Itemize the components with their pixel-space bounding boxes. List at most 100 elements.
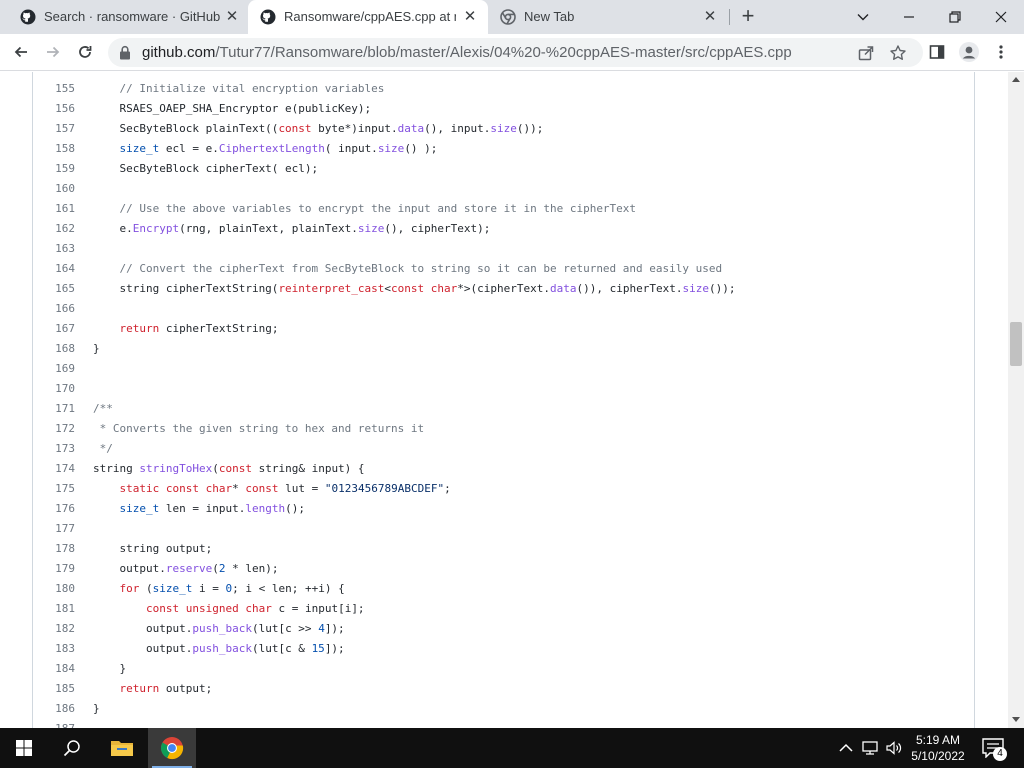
code-line: 169 xyxy=(33,359,973,379)
new-tab-button[interactable]: + xyxy=(736,5,760,29)
line-number[interactable]: 170 xyxy=(33,379,75,399)
code-text: // Use the above variables to encrypt th… xyxy=(93,202,637,215)
code-line: 174 string stringToHex(const string& inpu… xyxy=(33,459,973,479)
volume-icon[interactable] xyxy=(886,740,902,756)
line-number[interactable]: 182 xyxy=(33,619,75,639)
code-text: SecByteBlock cipherText( ecl); xyxy=(93,162,319,175)
url-text[interactable]: github.com/Tutur77/Ransomware/blob/maste… xyxy=(142,44,792,61)
line-number[interactable]: 155 xyxy=(33,79,75,99)
code-text: } xyxy=(93,662,127,675)
menu-kebab-icon[interactable] xyxy=(988,39,1014,65)
code-text: e.Encrypt(rng, plainText, plainText.size… xyxy=(93,222,491,235)
code-text: string cipherTextString(reinterpret_cast… xyxy=(93,282,736,295)
tab-new-tab[interactable]: New Tab ✕ xyxy=(488,0,728,34)
scroll-up-arrow-icon[interactable] xyxy=(1012,77,1020,82)
code-line: 159 SecByteBlock cipherText( ecl); xyxy=(33,159,973,179)
line-number[interactable]: 163 xyxy=(33,239,75,259)
line-number[interactable]: 158 xyxy=(33,139,75,159)
line-number[interactable]: 175 xyxy=(33,479,75,499)
line-number[interactable]: 168 xyxy=(33,339,75,359)
code-line: 183 output.push_back(lut[c & 15]); xyxy=(33,639,973,659)
line-number[interactable]: 173 xyxy=(33,439,75,459)
profile-avatar-icon[interactable] xyxy=(956,39,982,65)
line-number[interactable]: 159 xyxy=(33,159,75,179)
code-line: 175 static const char* const lut = "0123… xyxy=(33,479,973,499)
line-number[interactable]: 172 xyxy=(33,419,75,439)
line-number[interactable]: 184 xyxy=(33,659,75,679)
code-line: 182 output.push_back(lut[c >> 4]); xyxy=(33,619,973,639)
line-number[interactable]: 179 xyxy=(33,559,75,579)
code-line: 157 SecByteBlock plainText((const byte*)… xyxy=(33,119,973,139)
code-line: 172 * Converts the given string to hex a… xyxy=(33,419,973,439)
code-text: size_t ecl = e.CiphertextLength( input.s… xyxy=(119,142,438,155)
line-number[interactable]: 177 xyxy=(33,519,75,539)
file-explorer-icon[interactable] xyxy=(98,728,146,768)
windows-logo-icon xyxy=(16,740,32,756)
line-number[interactable]: 156 xyxy=(33,99,75,119)
line-number[interactable]: 187 xyxy=(33,719,75,728)
line-number[interactable]: 160 xyxy=(33,179,75,199)
restore-icon[interactable] xyxy=(932,0,978,34)
line-number[interactable]: 157 xyxy=(33,119,75,139)
tab-search-chevron-icon[interactable] xyxy=(840,0,886,34)
code-text: const unsigned char c = input[i]; xyxy=(145,602,365,615)
side-panel-icon[interactable] xyxy=(924,39,950,65)
close-icon[interactable]: ✕ xyxy=(702,9,718,25)
forward-arrow-icon[interactable] xyxy=(40,39,66,65)
windows-taskbar: 5:19 AM 5/10/2022 4 xyxy=(0,728,1024,768)
minimize-icon[interactable] xyxy=(886,0,932,34)
search-icon[interactable] xyxy=(48,728,96,768)
chrome-taskbar-icon[interactable] xyxy=(148,728,196,768)
line-number[interactable]: 181 xyxy=(33,599,75,619)
tab-search-ransomware[interactable]: Search · ransomware · GitHub ✕ xyxy=(8,0,248,34)
close-icon[interactable]: ✕ xyxy=(224,9,240,25)
clock-time: 5:19 AM xyxy=(915,733,961,747)
code-viewer: 155 // Initialize vital encryption varia… xyxy=(32,72,975,728)
code-line: 178 string output; xyxy=(33,539,973,559)
line-number[interactable]: 161 xyxy=(33,199,75,219)
line-number[interactable]: 185 xyxy=(33,679,75,699)
line-number[interactable]: 174 xyxy=(33,459,75,479)
clock-date: 5/10/2022 xyxy=(911,749,965,763)
reload-icon[interactable] xyxy=(72,39,98,65)
code-text: string output; xyxy=(93,542,213,555)
line-number[interactable]: 165 xyxy=(33,279,75,299)
vertical-scrollbar[interactable] xyxy=(1008,72,1024,728)
tab-cppaes[interactable]: Ransomware/cppAES.cpp at mas ✕ xyxy=(248,0,488,34)
scrollbar-thumb[interactable] xyxy=(1010,322,1022,366)
line-number[interactable]: 169 xyxy=(33,359,75,379)
line-number[interactable]: 186 xyxy=(33,699,75,719)
line-number[interactable]: 180 xyxy=(33,579,75,599)
share-icon[interactable] xyxy=(857,44,875,62)
line-number[interactable]: 162 xyxy=(33,219,75,239)
network-icon[interactable] xyxy=(862,740,878,756)
close-window-icon[interactable] xyxy=(978,0,1024,34)
bookmark-star-icon[interactable] xyxy=(889,44,907,62)
line-number[interactable]: 176 xyxy=(33,499,75,519)
code-line: 160 xyxy=(33,179,973,199)
tab-separator xyxy=(729,9,730,25)
address-bar[interactable]: github.com/Tutur77/Ransomware/blob/maste… xyxy=(108,38,923,67)
system-clock[interactable]: 5:19 AM 5/10/2022 xyxy=(906,732,970,764)
browser-toolbar: github.com/Tutur77/Ransomware/blob/maste… xyxy=(0,34,1024,71)
tab-title: Ransomware/cppAES.cpp at mas xyxy=(284,9,456,24)
lock-icon[interactable] xyxy=(118,45,132,60)
code-line: 166 xyxy=(33,299,973,319)
code-text: static const char* const lut = "01234567… xyxy=(119,482,451,495)
line-number[interactable]: 166 xyxy=(33,299,75,319)
back-arrow-icon[interactable] xyxy=(8,39,34,65)
close-icon[interactable]: ✕ xyxy=(462,9,478,25)
chevron-up-icon[interactable] xyxy=(838,740,854,756)
line-number[interactable]: 171 xyxy=(33,399,75,419)
line-number[interactable]: 164 xyxy=(33,259,75,279)
code-text: size_t len = input.length(); xyxy=(119,502,305,515)
line-number[interactable]: 167 xyxy=(33,319,75,339)
line-number[interactable]: 183 xyxy=(33,639,75,659)
tab-title: Search · ransomware · GitHub xyxy=(44,9,221,24)
github-icon xyxy=(260,9,276,25)
line-number[interactable]: 178 xyxy=(33,539,75,559)
scroll-down-arrow-icon[interactable] xyxy=(1012,717,1020,722)
code-line: 164 // Convert the cipherText from SecBy… xyxy=(33,259,973,279)
code-text: } xyxy=(93,702,100,715)
start-button[interactable] xyxy=(0,728,48,768)
